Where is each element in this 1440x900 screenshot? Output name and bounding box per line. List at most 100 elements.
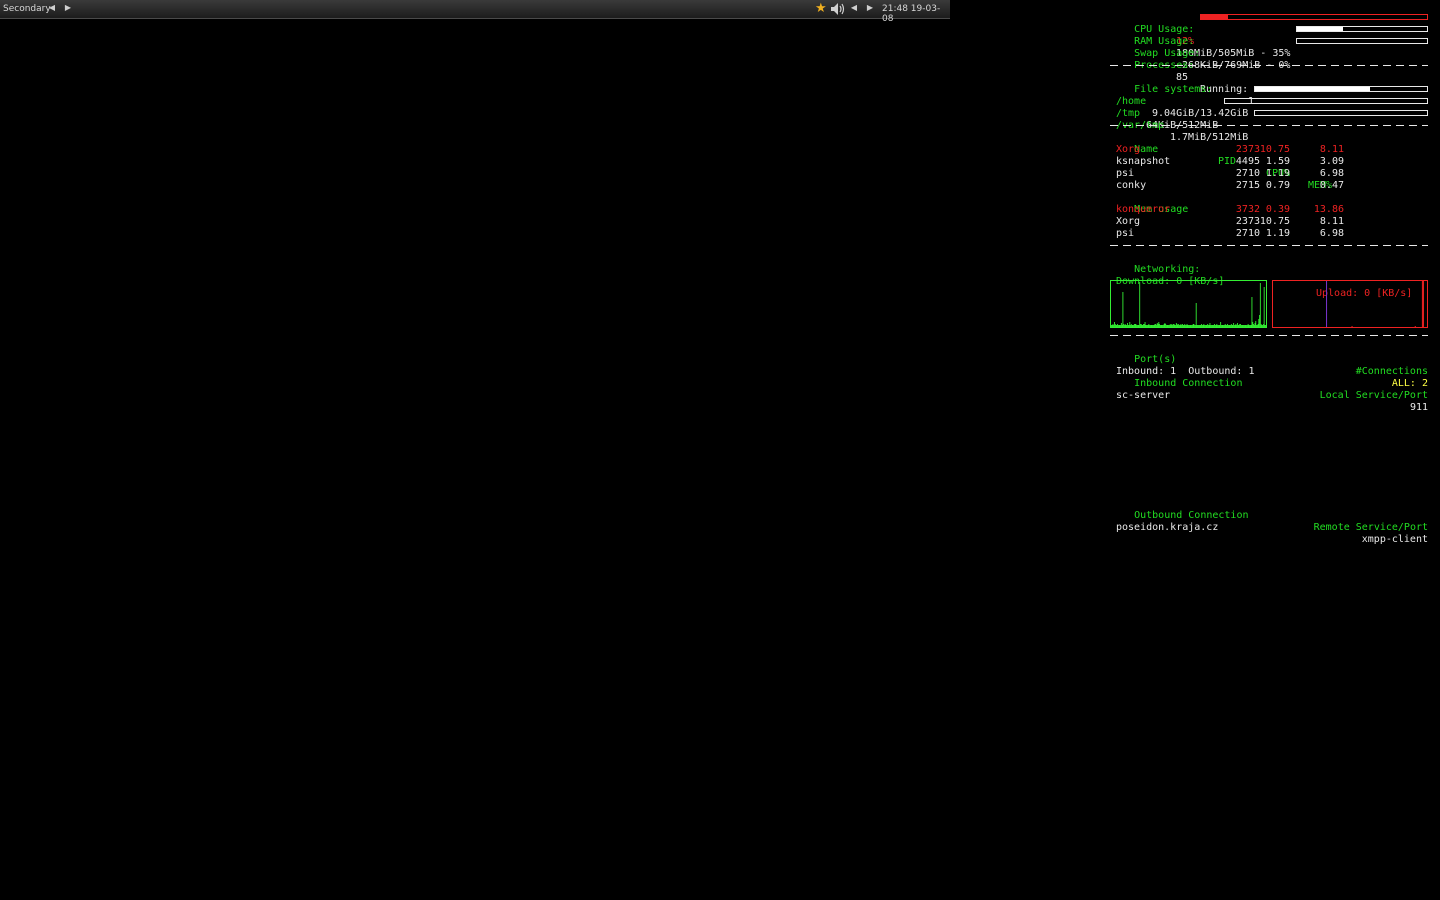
process-row: ksnapshot 4495 1.59 3.09 [1110,156,1428,168]
graph-sample [1240,325,1242,327]
prev-arrow-icon[interactable]: ◀ [849,2,859,14]
graph-sample [1236,325,1238,327]
graph-sample [1185,325,1186,327]
graph-sample [1234,325,1236,327]
graph-sample [1167,325,1169,327]
graph-sample [1217,325,1219,327]
graph-sample [1245,325,1247,327]
graph-sample [1227,325,1229,327]
inbound-port: 911 [1409,402,1428,413]
net-graphs [1110,276,1428,330]
processes-row: Processes: 85 Running: 1 [1110,48,1428,107]
process-row: conky 2715 0.79 0.47 [1110,180,1428,192]
left-arrow-icon[interactable]: ◀ [47,2,57,14]
graph-sample [1198,325,1199,327]
fs-bar [1254,86,1428,92]
graph-sample [1351,326,1353,327]
swap-row: Swap Usage: 268KiB/769MiB - 0% [1110,36,1428,71]
process-pid: 2710 [1235,228,1260,239]
remote-service-label: Remote Service/Port [1313,522,1428,533]
process-cpu: 0.79 [1265,180,1290,191]
graph-sample [1137,325,1139,327]
star-icon[interactable]: ★ [815,1,827,16]
top-cpu-list: Xorg 2373 10.75 8.11 ksnapshot 4495 1.59 3.09 ps… [1110,144,1428,192]
graph-sample [1421,281,1423,327]
ram-row: RAM Usage: 180MiB/505MiB - 35% [1110,24,1428,59]
graph-sample [1247,324,1249,327]
graph-sample [1188,325,1190,327]
ram-bar [1296,26,1428,32]
process-pid: 2373 [1235,144,1260,155]
process-mem: 0.47 [1319,180,1344,191]
download-graph [1110,280,1267,328]
graph-sample [1225,325,1227,327]
graph-sample [1117,325,1119,327]
process-mem: 6.98 [1319,228,1344,239]
graph-sample [1133,325,1135,327]
graph-sample [1182,325,1184,327]
separator [1110,120,1428,132]
process-table-header: Name PID CPU% MEM% [1110,132,1428,191]
graph-sample [1146,325,1148,327]
graph-sample [1124,324,1126,327]
separator [1110,240,1428,252]
fs-bar [1224,98,1428,104]
process-cpu: 0.39 [1265,204,1290,215]
process-row: Xorg 2373 10.75 8.11 [1110,216,1428,228]
outbound-row: poseidon.kraja.cz xmpp-client [1110,510,1428,545]
graph-sample [1120,325,1122,327]
inbound-host: sc-server [1116,390,1171,401]
graph-sample [1172,325,1173,327]
graph-sample [1156,323,1158,327]
graph-sample [1174,325,1176,327]
graph-sample [1140,324,1141,327]
right-arrow-icon[interactable]: ▶ [63,2,73,14]
graph-sample [1127,323,1128,327]
conky-monitor: CPU Usage: 12% RAM Usage: 180MiB/505MiB … [1110,12,1428,545]
graph-sample [1232,325,1234,327]
process-row: Xorg 2373 10.75 8.11 [1110,144,1428,156]
graph-sample [1193,324,1195,327]
graph-sample [1204,325,1206,327]
ports-header: Port(s) #Connections [1110,342,1428,377]
graph-sample [1135,324,1137,327]
outbound-host: poseidon.kraja.cz [1116,522,1219,533]
graph-sample [1265,325,1266,327]
graph-sample [1211,325,1212,327]
graph-sample [1178,324,1180,327]
graph-sample [1154,324,1156,327]
next-arrow-icon[interactable]: ▶ [865,2,875,14]
graph-sample [1201,325,1203,327]
cpu-row: CPU Usage: 12% [1110,12,1428,47]
graph-sample [1148,324,1150,327]
graph-sample [1116,325,1118,327]
process-pid: 3732 [1235,204,1260,215]
cpu-bar-fill [1201,15,1229,19]
process-pid: 2715 [1235,180,1260,191]
graph-sample [1263,287,1265,327]
process-mem: 13.86 [1313,204,1344,215]
graph-sample [1206,325,1208,327]
process-pid: 2373 [1235,216,1260,227]
process-cpu: 1.19 [1265,168,1290,179]
graph-sample [1143,324,1145,327]
graph-sample [1159,324,1160,327]
graph-sample [1414,326,1416,327]
graph-sample [1262,325,1264,327]
cpu-bar [1200,14,1428,20]
volume-icon[interactable] [830,2,846,16]
graph-sample [1422,281,1424,327]
graph-sample [1253,325,1255,327]
separator [1110,330,1428,342]
workspace-name[interactable]: Secondary [3,4,51,14]
graph-sample [1219,325,1221,327]
panel-clock: 21:48 19-03-08 [882,4,941,24]
graph-sample [1230,325,1232,327]
graph-sample [1326,281,1328,327]
process-name: psi [1116,228,1135,239]
graph-sample [1187,325,1189,327]
process-row: psi 2710 1.19 6.98 [1110,168,1428,180]
ram-bar-fill [1297,27,1343,31]
top-panel: Secondary ◀ ▶ ★ ◀ ▶ 21:48 19-03-08 [0,0,950,24]
